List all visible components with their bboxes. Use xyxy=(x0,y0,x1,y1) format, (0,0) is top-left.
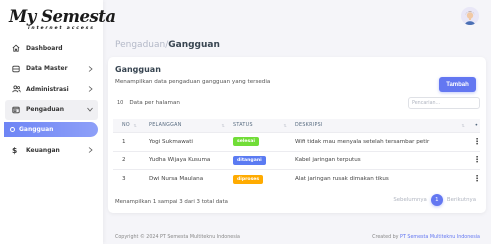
chevron-right-icon xyxy=(88,65,93,74)
page-length-select[interactable]: 10 xyxy=(117,100,123,106)
kebab-menu-icon[interactable]: ⋮ xyxy=(473,137,481,146)
cell-no: 1 xyxy=(122,138,126,145)
search-placeholder: Pencarian... xyxy=(412,100,441,106)
sidebar-item-label: Gangguan xyxy=(19,126,54,133)
status-badge: diproses xyxy=(233,174,264,184)
sidebar-item-label: Dashboard xyxy=(26,44,63,52)
brand-logo[interactable]: My Semesta internet access xyxy=(9,7,116,34)
home-icon xyxy=(12,44,24,52)
pagination: Sebelumnya 1 Berikutnya xyxy=(393,194,476,206)
sidebar-item-administrasi[interactable]: Administrasi xyxy=(0,79,103,100)
kebab-menu-icon[interactable]: ⋮ xyxy=(473,155,481,164)
search-input[interactable]: Pencarian... xyxy=(408,97,480,109)
cell-deskripsi: Alat jaringan rusak dimakan tikus xyxy=(295,176,389,183)
add-button[interactable]: Tambah xyxy=(439,77,476,92)
database-icon xyxy=(12,65,24,73)
table-info: Menampilkan 1 sampai 3 dari 3 total data xyxy=(115,199,228,205)
sort-icon: ⇅ xyxy=(221,123,225,128)
cell-no: 2 xyxy=(122,157,126,164)
column-header-action: • xyxy=(474,122,479,129)
footer-credit: Created by PT Semesta Multiteknu Indones… xyxy=(372,235,480,240)
cell-no: 3 xyxy=(122,176,126,183)
row-actions[interactable]: ⋮ xyxy=(469,174,481,183)
pagination-prev[interactable]: Sebelumnya xyxy=(393,197,427,203)
sidebar-menu: Dashboard Data Master Administrasi Penga… xyxy=(0,38,103,161)
sort-icon: ⇅ xyxy=(133,123,137,128)
pagination-next[interactable]: Berikutnya xyxy=(447,197,476,203)
sidebar-item-dashboard[interactable]: Dashboard xyxy=(0,38,103,59)
cell-pelanggan: Yudha Wijaya Kusuma xyxy=(149,157,211,164)
cell-pelanggan: Yogi Sukmawati xyxy=(149,138,193,145)
chevron-right-icon xyxy=(88,147,93,155)
logo-main-text: My Semesta xyxy=(9,7,116,26)
column-header-no[interactable]: NO ⇅ xyxy=(113,123,141,128)
table-header: NO ⇅ PELANGGAN ⇅ STATUS ⇅ DESKRIPSI ⇅ • xyxy=(113,119,480,133)
sidebar-item-label: Keuangan xyxy=(26,146,60,154)
status-badge: ditangani xyxy=(233,155,266,165)
column-header-deskripsi[interactable]: DESKRIPSI ⇅ xyxy=(291,123,469,128)
row-actions[interactable]: ⋮ xyxy=(469,155,481,164)
column-header-pelanggan[interactable]: PELANGGAN ⇅ xyxy=(141,123,229,128)
cell-deskripsi: Kabel jaringan terputus xyxy=(295,157,361,164)
breadcrumb: Pengaduan/Gangguan xyxy=(115,40,220,50)
sidebar-subitem-gangguan[interactable]: Gangguan xyxy=(4,122,98,137)
complaints-table: NO ⇅ PELANGGAN ⇅ STATUS ⇅ DESKRIPSI ⇅ • … xyxy=(113,119,481,189)
page-title: Gangguan xyxy=(168,40,220,50)
cell-status: diproses xyxy=(229,174,291,184)
cell-status: ditangani xyxy=(229,155,291,165)
cell-status: selesai xyxy=(229,137,291,147)
row-actions[interactable]: ⋮ xyxy=(469,137,481,146)
window-icon xyxy=(12,106,24,114)
footer-credit-prefix: Created by xyxy=(372,235,401,240)
table-row: 1 Yogi Sukmawati selesai Wifi tidak mau … xyxy=(113,133,481,152)
sort-icon: ⇅ xyxy=(461,123,465,128)
sort-icon: ⇅ xyxy=(283,123,287,128)
dollar-icon: $ xyxy=(12,145,18,155)
chevron-right-icon xyxy=(88,86,93,94)
sidebar-item-label: Data Master xyxy=(26,65,68,73)
pagination-page-1[interactable]: 1 xyxy=(430,194,443,206)
users-icon xyxy=(12,85,24,93)
sidebar: My Semesta internet access Dashboard Dat… xyxy=(0,0,116,244)
table-row: 2 Yudha Wijaya Kusuma ditangani Kabel ja… xyxy=(113,152,481,170)
circle-icon xyxy=(10,127,15,132)
user-avatar[interactable] xyxy=(461,7,479,25)
sidebar-item-data-master[interactable]: Data Master xyxy=(0,59,103,80)
card-title: Gangguan xyxy=(115,65,161,74)
cell-deskripsi: Wifi tidak mau menyala setelah tersambar… xyxy=(295,138,430,145)
breadcrumb-parent[interactable]: Pengaduan/ xyxy=(115,40,168,50)
page-length-label: Data per halaman xyxy=(129,100,180,106)
footer-copyright: Copyright © 2024 PT Semesta Multiteknu I… xyxy=(115,235,240,240)
card-description: Menampilkan data pengaduan gangguan yang… xyxy=(115,79,271,85)
footer-credit-link[interactable]: PT Semesta Multiteknu Indonesia xyxy=(400,235,480,240)
table-row: 3 Dwi Nursa Maulana diproses Alat jaring… xyxy=(113,170,481,189)
sidebar-item-label: Administrasi xyxy=(26,85,69,93)
sidebar-item-keuangan[interactable]: $ Keuangan xyxy=(0,140,103,161)
page-length-control: 10 Data per halaman xyxy=(117,100,180,106)
logo-sub-text: internet access xyxy=(28,26,95,31)
cell-pelanggan: Dwi Nursa Maulana xyxy=(149,176,204,183)
gangguan-card: Gangguan Menampilkan data pengaduan gang… xyxy=(108,57,486,213)
sidebar-item-label: Pengaduan xyxy=(26,106,64,114)
sidebar-item-pengaduan[interactable]: Pengaduan xyxy=(5,99,98,120)
kebab-menu-icon[interactable]: ⋮ xyxy=(473,174,481,183)
column-header-status[interactable]: STATUS ⇅ xyxy=(229,123,291,128)
chevron-down-icon xyxy=(87,107,93,114)
status-badge: selesai xyxy=(233,137,259,147)
